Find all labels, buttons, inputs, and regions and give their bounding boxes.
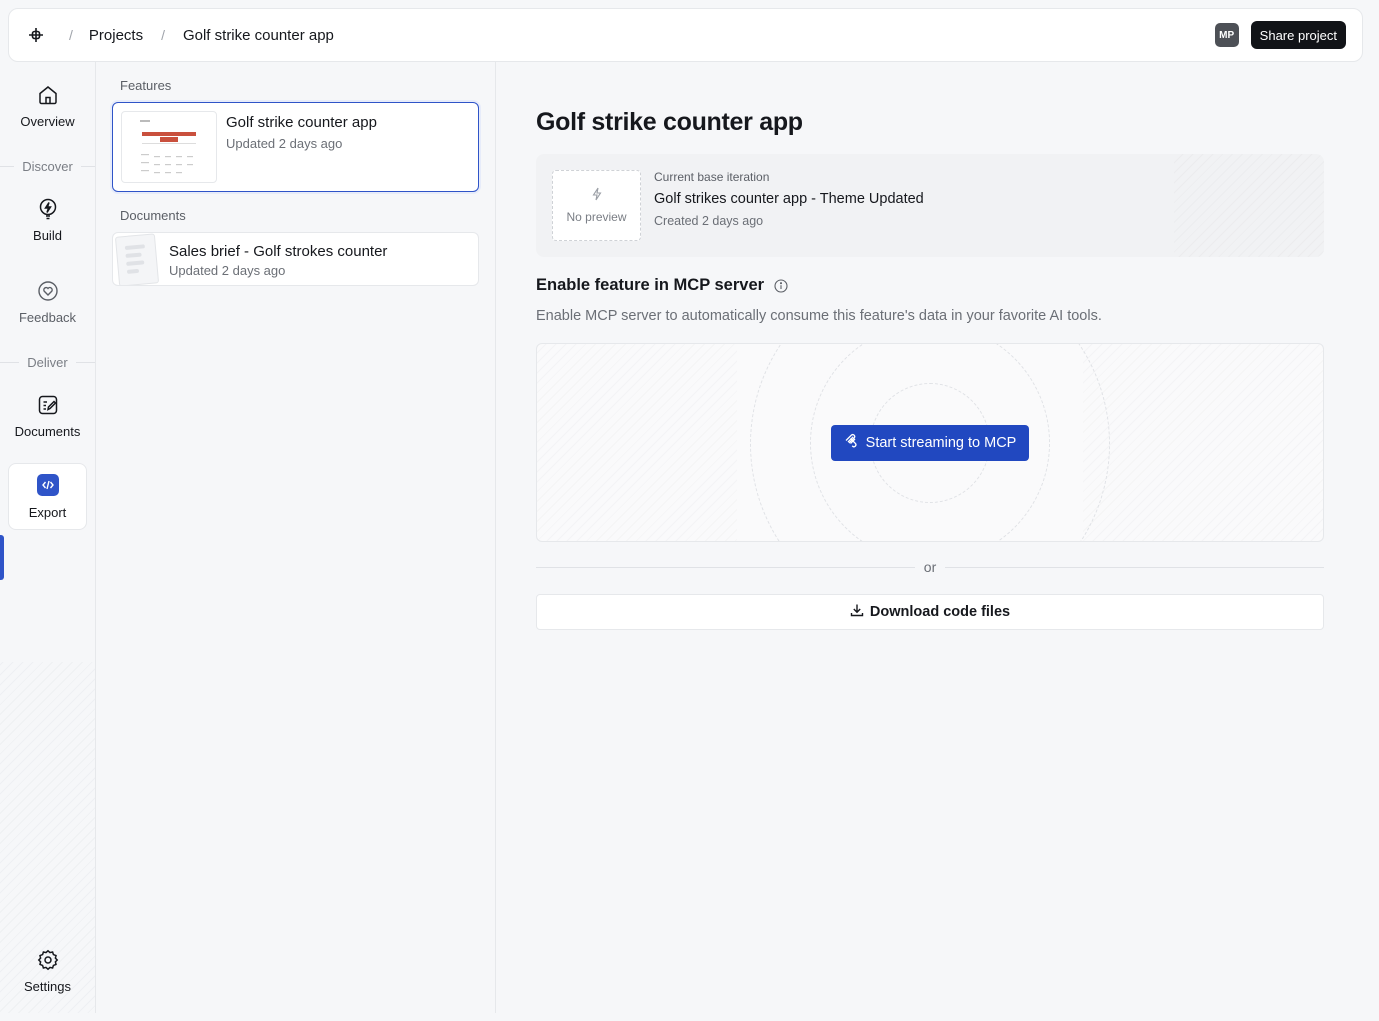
document-updated: Updated 2 days ago [169, 263, 286, 278]
mcp-description: Enable MCP server to automatically consu… [536, 308, 1102, 324]
main-content: Golf strike counter app No preview Curre… [497, 62, 1367, 1013]
section-discover-label: Discover [22, 159, 73, 174]
avatar[interactable]: MP [1214, 23, 1239, 47]
feature-card[interactable]: Golf strike counter app Updated 2 days a… [112, 102, 479, 192]
document-title: Sales brief - Golf strokes counter [169, 243, 388, 260]
home-icon [35, 82, 61, 108]
code-icon [36, 474, 59, 496]
left-nav-rail: Overview Discover Build Feedback Deliver… [0, 62, 96, 1013]
feature-updated: Updated 2 days ago [226, 136, 343, 151]
nav-overview[interactable]: Overview [8, 82, 87, 129]
nav-settings-label: Settings [24, 979, 71, 994]
nav-settings[interactable]: Settings [8, 947, 87, 994]
nav-build-label: Build [33, 228, 62, 243]
header-actions: MP Share project [1214, 21, 1346, 49]
breadcrumb-separator: / [161, 27, 165, 43]
nav-export-label: Export [28, 505, 67, 520]
section-discover: Discover [0, 159, 95, 174]
document-edit-icon [35, 392, 61, 418]
documents-section-label: Documents [120, 208, 186, 223]
nav-documents-label: Documents [14, 424, 81, 439]
feature-title: Golf strike counter app [226, 114, 377, 131]
or-label: or [923, 559, 937, 575]
current-iteration-panel: No preview Current base iteration Golf s… [536, 154, 1324, 257]
panel-hatch-right [1083, 344, 1323, 541]
breadcrumb-current-project: Golf strike counter app [182, 26, 334, 44]
document-card[interactable]: Sales brief - Golf strokes counter Updat… [112, 232, 479, 286]
share-project-button[interactable]: Share project [1250, 21, 1346, 49]
or-divider: or [536, 559, 1324, 575]
panel-hatch-left [537, 344, 737, 541]
nav-feedback-label: Feedback [18, 310, 77, 325]
section-deliver-label: Deliver [27, 355, 68, 370]
download-icon [850, 603, 864, 621]
section-deliver: Deliver [0, 355, 95, 370]
feature-thumbnail [121, 111, 217, 183]
start-streaming-label: Start streaming to MCP [865, 435, 1017, 451]
iteration-label: Current base iteration [654, 170, 770, 184]
gear-icon [35, 947, 61, 973]
iteration-name: Golf strikes counter app - Theme Updated [654, 191, 924, 207]
breadcrumb-projects[interactable]: Projects [89, 27, 143, 44]
nav-documents[interactable]: Documents [8, 392, 87, 439]
page-title: Golf strike counter app [536, 108, 803, 136]
items-list-pane: Features Golf strike counter app Updated… [96, 62, 496, 1013]
download-code-button[interactable]: Download code files [536, 594, 1324, 630]
top-bar: / Projects / Golf strike counter app MP … [8, 8, 1363, 62]
info-icon[interactable] [774, 278, 788, 293]
nav-export[interactable]: Export [8, 463, 87, 530]
heart-chat-icon [35, 278, 61, 304]
no-preview-text: No preview [566, 210, 627, 224]
nav-build[interactable]: Build [8, 196, 87, 243]
breadcrumb-separator: / [69, 27, 73, 43]
features-section-label: Features [120, 78, 172, 93]
lightning-icon [35, 196, 61, 222]
active-nav-indicator [0, 535, 4, 580]
mcp-title-text: Enable feature in MCP server [536, 276, 765, 294]
lightning-icon [590, 187, 604, 204]
mcp-section-title: Enable feature in MCP server [536, 276, 788, 295]
nav-overview-label: Overview [20, 114, 75, 129]
iteration-preview: No preview [552, 170, 641, 241]
mcp-stream-panel: Start streaming to MCP [536, 343, 1324, 542]
mcp-icon [844, 433, 860, 453]
start-streaming-mcp-button[interactable]: Start streaming to MCP [831, 425, 1029, 461]
iteration-created: Created 2 days ago [654, 214, 764, 228]
app-logo-icon[interactable] [27, 26, 45, 44]
download-label: Download code files [869, 604, 1011, 620]
document-thumbnail [114, 233, 160, 285]
nav-feedback[interactable]: Feedback [8, 278, 87, 325]
